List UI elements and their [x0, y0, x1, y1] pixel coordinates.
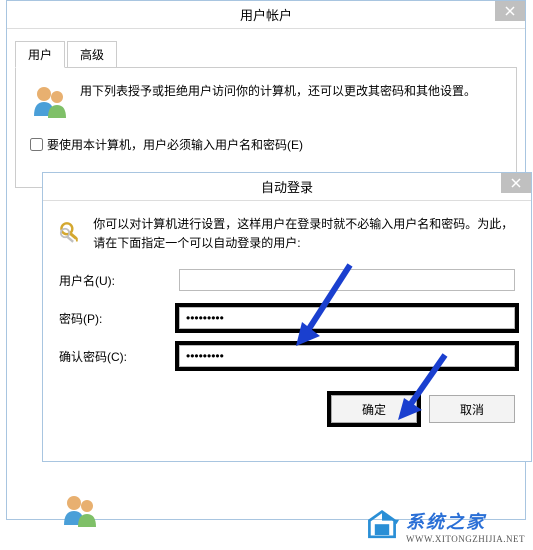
watermark-cn: 系统之家: [406, 508, 525, 534]
watermark-en: WWW.XITONGZHIJIA.NET: [406, 534, 525, 544]
key-icon: [59, 215, 83, 251]
info-text: 你可以对计算机进行设置，这样用户在登录时就不必输入用户名和密码。为此，请在下面指…: [93, 215, 515, 253]
titlebar: 用户帐户: [7, 1, 525, 29]
tab-advanced[interactable]: 高级: [67, 41, 117, 67]
require-password-checkbox[interactable]: [30, 138, 43, 151]
auto-login-window: 自动登录 你可以对计算机进行设置，这样用户在登录时就不必输入用户名和密码。为此，…: [42, 172, 532, 462]
tab-content: 用下列表授予或拒绝用户访问你的计算机，还可以更改其密码和其他设置。 要使用本计算…: [15, 68, 517, 188]
require-password-checkbox-row[interactable]: 要使用本计算机，用户必须输入用户名和密码(E): [30, 136, 502, 153]
confirm-password-label: 确认密码(C):: [59, 348, 179, 365]
window-body: 用户 高级 用下列表授予或拒绝用户访问你的计算机，还可以更改其密码和其他设置。 …: [7, 29, 525, 196]
cancel-button[interactable]: 取消: [429, 395, 515, 423]
info-text: 用下列表授予或拒绝用户访问你的计算机，还可以更改其密码和其他设置。: [80, 82, 476, 101]
close-button[interactable]: [501, 173, 531, 193]
tab-user[interactable]: 用户: [15, 41, 65, 68]
username-label: 用户名(U):: [59, 272, 179, 289]
username-input[interactable]: [179, 269, 515, 291]
partial-people-icon: [60, 491, 100, 534]
checkbox-label: 要使用本计算机，用户必须输入用户名和密码(E): [47, 136, 303, 153]
close-icon: [505, 6, 515, 16]
close-icon: [511, 178, 521, 188]
ok-button[interactable]: 确定: [331, 395, 417, 423]
password-label: 密码(P):: [59, 310, 179, 327]
watermark-logo-icon: [364, 508, 400, 544]
password-input[interactable]: [179, 307, 515, 329]
tab-strip: 用户 高级: [15, 41, 517, 68]
window-body: 你可以对计算机进行设置，这样用户在登录时就不必输入用户名和密码。为此，请在下面指…: [43, 201, 531, 437]
confirm-password-input[interactable]: [179, 345, 515, 367]
titlebar: 自动登录: [43, 173, 531, 201]
window-title: 自动登录: [261, 177, 313, 196]
people-icon: [30, 82, 70, 122]
close-button[interactable]: [495, 1, 525, 21]
watermark: 系统之家 WWW.XITONGZHIJIA.NET: [364, 508, 525, 544]
window-title: 用户帐户: [240, 5, 292, 24]
